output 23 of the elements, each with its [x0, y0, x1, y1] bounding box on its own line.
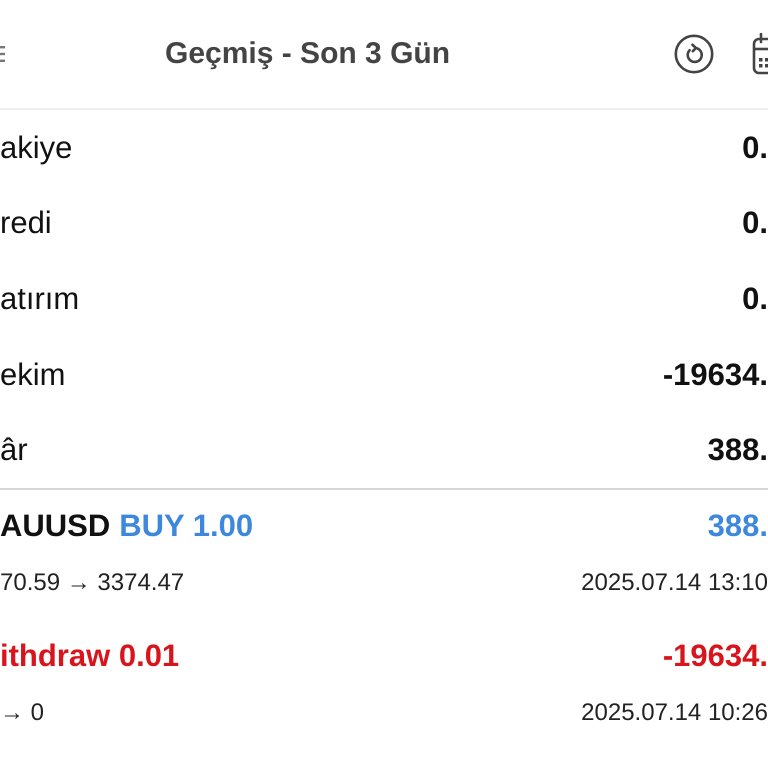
summary-label: akiye — [0, 130, 72, 166]
deal-type-text: BUY 1.00 — [119, 508, 254, 544]
summary-label: redi — [0, 205, 52, 242]
symbol-text: AUUSD — [0, 508, 110, 544]
refresh-icon[interactable] — [674, 34, 714, 74]
price-range-text: 70.59 → 3374.47 — [0, 568, 184, 597]
profit-value: 388. — [708, 508, 768, 544]
menu-icon[interactable] — [0, 45, 5, 63]
summary-label: atırım — [0, 280, 80, 317]
summary-value: 0. — [742, 130, 768, 166]
summary-label: ekim — [0, 356, 66, 393]
summary-label: âr — [0, 432, 28, 468]
deal-type-text: ithdraw 0.01 — [0, 638, 180, 674]
deal-time-text: 2025.07.14 10:26 — [581, 698, 768, 727]
price-range-text: → 0 — [0, 698, 44, 727]
deal-time-text: 2025.07.14 13:10 — [581, 568, 768, 597]
profit-value: -19634. — [662, 638, 768, 674]
summary-value: -19634. — [662, 356, 768, 393]
calendar-icon[interactable] — [752, 33, 768, 75]
summary-value: 388. — [708, 432, 768, 468]
summary-value: 0. — [742, 280, 768, 317]
page-title: Geçmiş - Son 3 Gün — [165, 37, 450, 71]
summary-value: 0. — [742, 205, 768, 242]
